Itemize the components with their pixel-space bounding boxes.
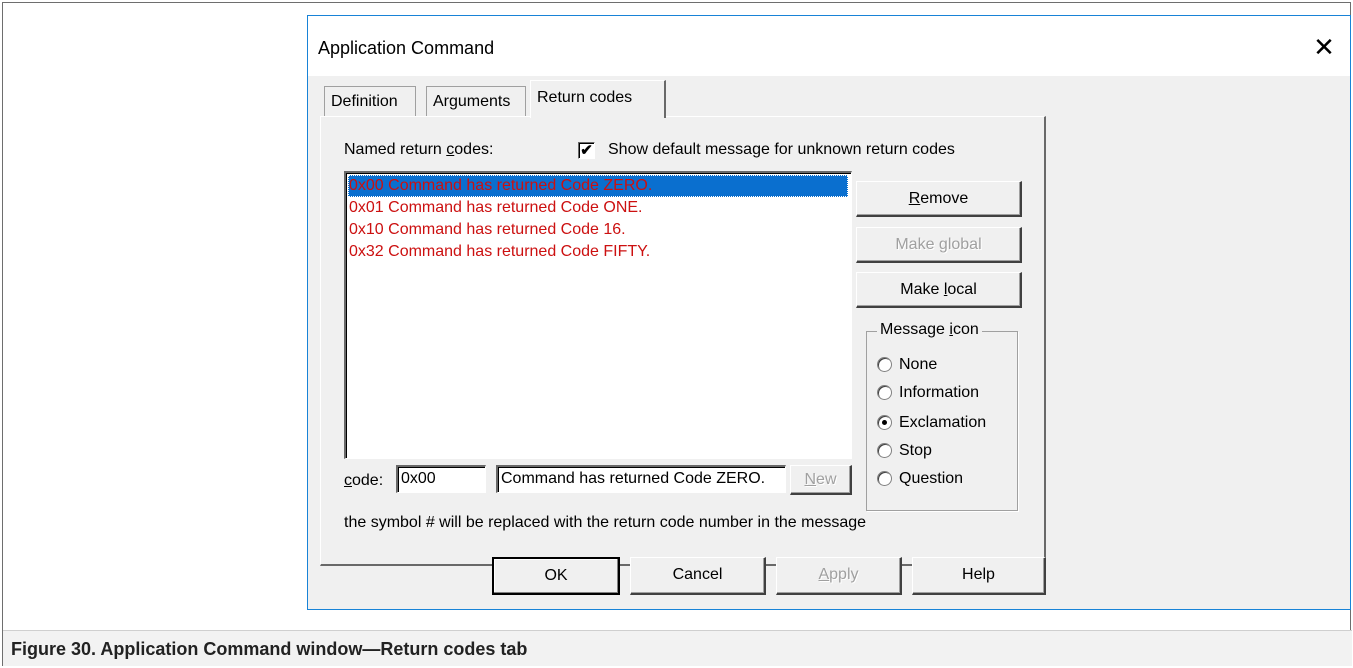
radio-button-selected[interactable] xyxy=(877,415,892,430)
radio-button[interactable] xyxy=(877,443,892,458)
ok-button[interactable]: OK xyxy=(492,557,620,595)
apply-button[interactable]: Apply xyxy=(776,557,902,595)
figure-caption: Figure 30. Application Command window—Re… xyxy=(3,630,1352,666)
list-item[interactable]: 0x32 Command has returned Code FIFTY. xyxy=(348,241,848,263)
show-default-message-checkbox[interactable]: ✔ xyxy=(578,142,595,159)
radio-button[interactable] xyxy=(877,471,892,486)
message-icon-group: Message icon None Information Exclamatio… xyxy=(866,321,1018,511)
tab-return-codes[interactable]: Return codes xyxy=(530,80,666,118)
new-button[interactable]: New xyxy=(790,465,852,495)
radio-button[interactable] xyxy=(877,357,892,372)
title-bar: Application Command ✕ xyxy=(308,16,1350,76)
tab-return-codes-label: Return codes xyxy=(537,89,633,106)
cancel-button[interactable]: Cancel xyxy=(630,557,766,595)
help-button[interactable]: Help xyxy=(912,557,1046,595)
named-return-codes-label: Named return codes: xyxy=(344,141,494,158)
message-input[interactable]: Command has returned Code ZERO. xyxy=(496,465,786,493)
hint-text: the symbol # will be replaced with the r… xyxy=(344,514,867,531)
radio-button[interactable] xyxy=(877,385,892,400)
return-codes-list[interactable]: 0x00 Command has returned Code ZERO. 0x0… xyxy=(344,171,852,459)
tab-arguments[interactable]: Arguments xyxy=(426,86,526,116)
figure-frame: Application Command ✕ Definition Argumen… xyxy=(2,2,1352,666)
remove-button[interactable]: Remove xyxy=(856,181,1022,217)
close-icon[interactable]: ✕ xyxy=(1306,30,1342,66)
show-default-message-label: Show default message for unknown return … xyxy=(608,141,955,158)
list-item[interactable]: 0x10 Command has returned Code 16. xyxy=(348,219,848,241)
message-icon-title: Message icon xyxy=(877,321,982,339)
check-icon: ✔ xyxy=(580,142,593,159)
list-item[interactable]: 0x00 Command has returned Code ZERO. xyxy=(348,175,848,197)
list-item[interactable]: 0x01 Command has returned Code ONE. xyxy=(348,197,848,219)
make-global-button[interactable]: Make global xyxy=(856,227,1022,263)
tab-arguments-label: Arguments xyxy=(433,93,511,110)
tab-definition-label: Definition xyxy=(331,93,398,110)
window-title: Application Command xyxy=(318,38,495,58)
code-label: code: xyxy=(344,472,384,489)
tab-definition[interactable]: Definition xyxy=(324,86,416,116)
code-input[interactable]: 0x00 xyxy=(396,465,486,493)
application-command-dialog: Application Command ✕ Definition Argumen… xyxy=(307,15,1351,610)
make-local-button[interactable]: Make local xyxy=(856,272,1022,308)
